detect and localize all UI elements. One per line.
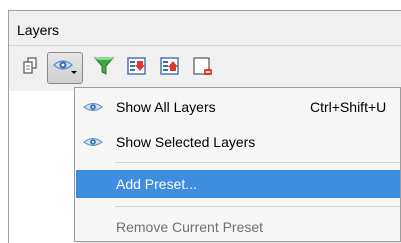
collapse-all-icon: [159, 55, 181, 82]
visibility-presets-button[interactable]: [47, 52, 83, 84]
menu-item-label: Show All Layers: [116, 99, 216, 115]
expand-all-button[interactable]: [121, 52, 153, 84]
menu-item-remove-current-preset[interactable]: Remove Current Preset: [76, 212, 400, 242]
filter-icon: [93, 55, 115, 82]
menu-item-label: Remove Current Preset: [116, 219, 264, 235]
menu-item-label: Add Preset...: [116, 176, 197, 192]
menu-item-shortcut: Ctrl+Shift+U: [310, 99, 387, 115]
menu-item-show-selected-layers[interactable]: Show Selected Layers: [76, 127, 400, 157]
expand-all-icon: [126, 55, 148, 82]
layers-toolbar: [9, 46, 401, 91]
menu-separator: [115, 206, 400, 207]
panel-title-bar: Layers: [9, 11, 401, 46]
menu-separator: [115, 162, 400, 163]
eye-icon: [52, 56, 78, 81]
collapse-all-button[interactable]: [154, 52, 186, 84]
menu-item-add-preset[interactable]: Add Preset...: [76, 170, 400, 198]
panel-title: Layers: [17, 22, 60, 38]
visibility-presets-menu: Show All Layers Ctrl+Shift+U Show Select…: [74, 87, 401, 242]
eye-icon: [83, 135, 103, 152]
remove-layer-icon: [192, 55, 214, 82]
menu-item-label: Show Selected Layers: [116, 134, 256, 150]
filter-button[interactable]: [88, 52, 120, 84]
copy-button[interactable]: [15, 52, 47, 84]
eye-icon: [83, 100, 103, 117]
menu-item-show-all-layers[interactable]: Show All Layers Ctrl+Shift+U: [76, 92, 400, 122]
copy-icon: [21, 56, 41, 81]
remove-layer-button[interactable]: [187, 52, 219, 84]
